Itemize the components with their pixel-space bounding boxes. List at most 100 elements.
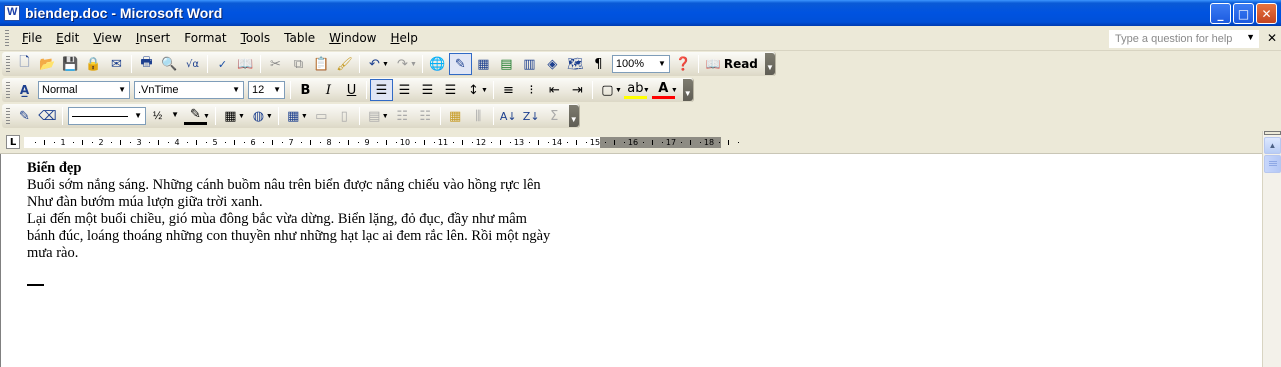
menu-window[interactable]: Window [322,31,383,45]
research-icon[interactable]: √α [181,53,204,75]
distribute-columns-icon[interactable]: ☷ [414,105,437,127]
research-book-icon[interactable]: 📖 [234,53,257,75]
zoom-select[interactable]: 100% ▼ [611,55,670,73]
menu-help[interactable]: Help [384,31,425,45]
ruler-quarter-tick [243,142,245,143]
line-weight-select[interactable]: ½ ▼ [150,107,182,125]
insert-table-icon[interactable]: ▦ [472,53,495,75]
redo-dropdown-icon[interactable]: ▼ [410,61,417,68]
italic-button[interactable]: I [317,79,340,101]
highlight-dropdown-icon[interactable]: ▼ [643,87,650,94]
new-document-icon[interactable]: 🗋 [13,53,36,75]
increase-indent-icon[interactable]: ⇥ [566,79,589,101]
open-folder-icon[interactable]: 📂 [36,53,59,75]
line-style-select[interactable]: ▼ [68,107,146,125]
menu-format[interactable]: Format [177,31,233,45]
ruler-label: 7 [288,138,294,147]
help-icon[interactable]: ❓ [672,53,695,75]
bullets-icon[interactable]: ⁝ [520,79,543,101]
table-autoformat-icon[interactable]: ▦ [444,105,467,127]
cut-icon[interactable]: ✂ [264,53,287,75]
document-body[interactable]: Biển đẹp Buổi sớm nắng sáng. Những cánh … [27,160,627,262]
menu-view[interactable]: View [86,31,128,45]
maximize-button[interactable]: □ [1233,3,1254,24]
justify-icon[interactable]: ☰ [439,79,462,101]
menu-edit[interactable]: Edit [49,31,86,45]
insert-table-dropdown-icon[interactable]: ▼ [301,113,308,120]
menu-bar-grip[interactable] [5,29,9,47]
menu-file[interactable]: File [15,31,49,45]
spelling-icon[interactable]: ✓ [211,53,234,75]
align-right-icon[interactable]: ☰ [416,79,439,101]
text-direction-icon[interactable]: ⫼ [467,105,490,127]
underline-button[interactable]: U [340,79,363,101]
menu-insert[interactable]: Insert [129,31,177,45]
toolbar-options-icon[interactable]: ▼ [568,105,579,127]
autosum-icon[interactable]: Σ [543,105,566,127]
document-map-icon[interactable]: 🗺 [564,53,587,75]
horizontal-ruler[interactable]: 1 2 3 4 5 6 7 8 9 10 11 12 13 14 15 16 17 18 [24,137,739,148]
close-button[interactable]: ✕ [1256,3,1277,24]
styles-formatting-icon[interactable]: A̲ [13,79,36,101]
border-color-dropdown-icon[interactable]: ▼ [203,113,210,120]
sort-descending-icon[interactable]: Z↓ [520,105,543,127]
tab-selector-icon[interactable]: L [6,135,20,149]
hyperlink-icon[interactable]: 🌐 [426,53,449,75]
menu-tools[interactable]: Tools [234,31,278,45]
line-style-dropdown-icon: ▼ [134,111,142,120]
print-preview-icon[interactable]: 🔍 [158,53,181,75]
font-size-select[interactable]: 12 ▼ [248,81,285,99]
help-question-input[interactable]: Type a question for help [1109,30,1259,48]
borders-dropdown-icon[interactable]: ▼ [238,113,245,120]
border-dropdown-icon[interactable]: ▼ [615,87,622,94]
toolbar-grip[interactable] [6,82,10,98]
eraser-icon[interactable]: ⌫ [36,105,59,127]
drawing-icon[interactable]: ◈ [541,53,564,75]
permission-icon[interactable]: 🔒 [82,53,105,75]
insert-excel-icon[interactable]: ▤ [495,53,518,75]
toolbar-options-icon[interactable]: ▼ [764,53,775,75]
align-cell-dropdown-icon[interactable]: ▼ [382,113,389,120]
document-canvas[interactable]: Biển đẹp Buổi sớm nắng sáng. Những cánh … [0,154,1262,367]
tables-borders-icon[interactable]: ✎ [448,53,472,75]
undo-dropdown-icon[interactable]: ▼ [382,61,389,68]
scroll-thumb[interactable] [1264,155,1281,173]
show-hide-icon[interactable]: ¶ [587,53,610,75]
toolbar-options-icon[interactable]: ▼ [682,79,693,101]
decrease-indent-icon[interactable]: ⇤ [543,79,566,101]
ruler-half-tick [44,140,45,145]
font-select[interactable]: .VnTime ▼ [134,81,244,99]
line-spacing-dropdown-icon[interactable]: ▼ [481,87,488,94]
columns-icon[interactable]: ▥ [518,53,541,75]
split-cells-icon[interactable]: ▯ [333,105,356,127]
toolbar-grip[interactable] [6,56,10,72]
end-of-document-marker [27,284,44,286]
vertical-scrollbar[interactable]: ▲ [1262,131,1281,367]
numbering-icon[interactable]: ≡ [497,79,520,101]
save-icon[interactable]: 💾 [59,53,82,75]
help-dropdown-arrow-icon[interactable]: ▼ [1246,32,1255,42]
email-icon[interactable]: ✉ [105,53,128,75]
copy-icon[interactable]: ⧉ [287,53,310,75]
style-select[interactable]: Normal ▼ [38,81,130,99]
align-center-icon[interactable]: ☰ [393,79,416,101]
minimize-button[interactable]: _ [1210,3,1231,24]
ruler-half-tick [728,140,729,145]
paste-icon[interactable]: 📋 [310,53,333,75]
toolbar-grip[interactable] [6,108,10,124]
distribute-rows-icon[interactable]: ☷ [391,105,414,127]
sort-ascending-icon[interactable]: A↓ [497,105,520,127]
document-close-icon[interactable]: ✕ [1267,31,1277,45]
font-color-dropdown-icon[interactable]: ▼ [671,87,678,94]
bold-button[interactable]: B [294,79,317,101]
menu-table[interactable]: Table [277,31,322,45]
shading-dropdown-icon[interactable]: ▼ [266,113,273,120]
print-icon[interactable]: 🖶 [135,53,158,75]
read-button[interactable]: 📖 Read [702,57,762,71]
merge-cells-icon[interactable]: ▭ [310,105,333,127]
draw-table-icon[interactable]: ✎ [13,105,36,127]
split-box[interactable] [1264,131,1281,135]
format-painter-icon[interactable]: 🖌 [333,53,356,75]
scroll-up-icon[interactable]: ▲ [1264,137,1281,154]
align-left-icon[interactable]: ☰ [370,79,393,101]
